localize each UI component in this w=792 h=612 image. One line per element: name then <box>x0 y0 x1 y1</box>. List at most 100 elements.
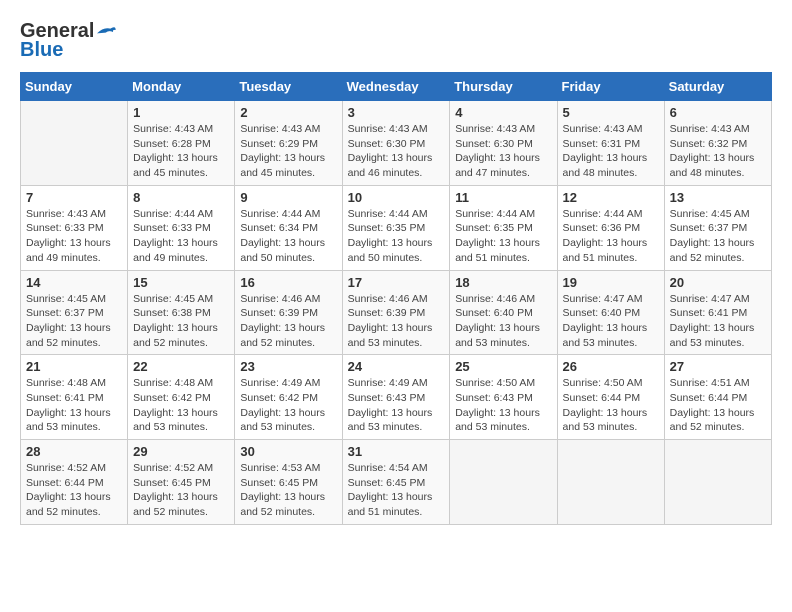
calendar-cell <box>557 440 664 525</box>
calendar-cell: 7 Sunrise: 4:43 AM Sunset: 6:33 PM Daylig… <box>21 185 128 270</box>
calendar-cell: 15Sunrise: 4:45 AM Sunset: 6:38 PM Dayli… <box>128 270 235 355</box>
day-info: Sunrise: 4:50 AM Sunset: 6:44 PM Dayligh… <box>563 376 659 435</box>
day-info: Sunrise: 4:47 AM Sunset: 6:40 PM Dayligh… <box>563 292 659 351</box>
day-number: 23 <box>240 359 336 374</box>
day-info: Sunrise: 4:53 AM Sunset: 6:45 PM Dayligh… <box>240 461 336 520</box>
calendar-cell <box>21 101 128 186</box>
day-number: 7 <box>26 190 122 205</box>
day-number: 26 <box>563 359 659 374</box>
day-number: 12 <box>563 190 659 205</box>
day-info: Sunrise: 4:47 AM Sunset: 6:41 PM Dayligh… <box>670 292 766 351</box>
day-number: 4 <box>455 105 551 120</box>
weekday-header-saturday: Saturday <box>664 73 771 101</box>
day-number: 27 <box>670 359 766 374</box>
day-info: Sunrise: 4:52 AM Sunset: 6:44 PM Dayligh… <box>26 461 122 520</box>
day-number: 5 <box>563 105 659 120</box>
day-info: Sunrise: 4:45 AM Sunset: 6:37 PM Dayligh… <box>670 207 766 266</box>
calendar-cell: 27 Sunrise: 4:51 AM Sunset: 6:44 PM Dayli… <box>664 355 771 440</box>
day-number: 30 <box>240 444 336 459</box>
calendar-cell: 11 Sunrise: 4:44 AM Sunset: 6:35 PM Dayli… <box>450 185 557 270</box>
day-info: Sunrise: 4:44 AM Sunset: 6:35 PM Dayligh… <box>455 207 551 266</box>
calendar-table: SundayMondayTuesdayWednesdayThursdayFrid… <box>20 72 772 525</box>
calendar-cell: 25Sunrise: 4:50 AM Sunset: 6:43 PM Dayli… <box>450 355 557 440</box>
weekday-header-row: SundayMondayTuesdayWednesdayThursdayFrid… <box>21 73 772 101</box>
day-number: 17 <box>348 275 445 290</box>
calendar-cell: 12 Sunrise: 4:44 AM Sunset: 6:36 PM Dayli… <box>557 185 664 270</box>
logo: General Blue <box>20 20 117 62</box>
day-number: 8 <box>133 190 229 205</box>
day-number: 15 <box>133 275 229 290</box>
calendar-week-row: 21 Sunrise: 4:48 AM Sunset: 6:41 PM Dayli… <box>21 355 772 440</box>
day-info: Sunrise: 4:51 AM Sunset: 6:44 PM Dayligh… <box>670 376 766 435</box>
day-number: 16 <box>240 275 336 290</box>
day-number: 3 <box>348 105 445 120</box>
day-number: 19 <box>563 275 659 290</box>
day-number: 14 <box>26 275 122 290</box>
day-info: Sunrise: 4:44 AM Sunset: 6:33 PM Dayligh… <box>133 207 229 266</box>
day-info: Sunrise: 4:52 AM Sunset: 6:45 PM Dayligh… <box>133 461 229 520</box>
calendar-cell: 9 Sunrise: 4:44 AM Sunset: 6:34 PM Daylig… <box>235 185 342 270</box>
day-info: Sunrise: 4:43 AM Sunset: 6:31 PM Dayligh… <box>563 122 659 181</box>
day-number: 11 <box>455 190 551 205</box>
day-number: 18 <box>455 275 551 290</box>
day-info: Sunrise: 4:43 AM Sunset: 6:28 PM Dayligh… <box>133 122 229 181</box>
day-number: 1 <box>133 105 229 120</box>
calendar-cell: 17 Sunrise: 4:46 AM Sunset: 6:39 PM Dayli… <box>342 270 450 355</box>
calendar-cell: 21 Sunrise: 4:48 AM Sunset: 6:41 PM Dayli… <box>21 355 128 440</box>
calendar-cell: 18 Sunrise: 4:46 AM Sunset: 6:40 PM Dayli… <box>450 270 557 355</box>
calendar-cell: 3Sunrise: 4:43 AM Sunset: 6:30 PM Daylig… <box>342 101 450 186</box>
weekday-header-tuesday: Tuesday <box>235 73 342 101</box>
weekday-header-thursday: Thursday <box>450 73 557 101</box>
weekday-header-monday: Monday <box>128 73 235 101</box>
calendar-cell: 14Sunrise: 4:45 AM Sunset: 6:37 PM Dayli… <box>21 270 128 355</box>
day-info: Sunrise: 4:46 AM Sunset: 6:40 PM Dayligh… <box>455 292 551 351</box>
day-number: 22 <box>133 359 229 374</box>
weekday-header-wednesday: Wednesday <box>342 73 450 101</box>
day-info: Sunrise: 4:46 AM Sunset: 6:39 PM Dayligh… <box>240 292 336 351</box>
day-number: 10 <box>348 190 445 205</box>
calendar-cell: 13 Sunrise: 4:45 AM Sunset: 6:37 PM Dayli… <box>664 185 771 270</box>
day-number: 6 <box>670 105 766 120</box>
day-info: Sunrise: 4:44 AM Sunset: 6:34 PM Dayligh… <box>240 207 336 266</box>
day-number: 13 <box>670 190 766 205</box>
weekday-header-friday: Friday <box>557 73 664 101</box>
day-info: Sunrise: 4:44 AM Sunset: 6:36 PM Dayligh… <box>563 207 659 266</box>
day-info: Sunrise: 4:48 AM Sunset: 6:41 PM Dayligh… <box>26 376 122 435</box>
day-info: Sunrise: 4:43 AM Sunset: 6:32 PM Dayligh… <box>670 122 766 181</box>
day-number: 31 <box>348 444 445 459</box>
day-number: 29 <box>133 444 229 459</box>
day-number: 21 <box>26 359 122 374</box>
day-number: 24 <box>348 359 445 374</box>
calendar-cell <box>450 440 557 525</box>
calendar-cell: 31 Sunrise: 4:54 AM Sunset: 6:45 PM Dayli… <box>342 440 450 525</box>
calendar-cell: 5 Sunrise: 4:43 AM Sunset: 6:31 PM Daylig… <box>557 101 664 186</box>
calendar-cell: 28Sunrise: 4:52 AM Sunset: 6:44 PM Dayli… <box>21 440 128 525</box>
calendar-cell: 30 Sunrise: 4:53 AM Sunset: 6:45 PM Dayli… <box>235 440 342 525</box>
calendar-cell: 10 Sunrise: 4:44 AM Sunset: 6:35 PM Dayli… <box>342 185 450 270</box>
calendar-cell: 1 Sunrise: 4:43 AM Sunset: 6:28 PM Daylig… <box>128 101 235 186</box>
calendar-cell: 29 Sunrise: 4:52 AM Sunset: 6:45 PM Dayli… <box>128 440 235 525</box>
day-info: Sunrise: 4:43 AM Sunset: 6:33 PM Dayligh… <box>26 207 122 266</box>
day-info: Sunrise: 4:48 AM Sunset: 6:42 PM Dayligh… <box>133 376 229 435</box>
calendar-cell <box>664 440 771 525</box>
calendar-cell: 2Sunrise: 4:43 AM Sunset: 6:29 PM Daylig… <box>235 101 342 186</box>
day-info: Sunrise: 4:46 AM Sunset: 6:39 PM Dayligh… <box>348 292 445 351</box>
calendar-cell: 24Sunrise: 4:49 AM Sunset: 6:43 PM Dayli… <box>342 355 450 440</box>
day-number: 9 <box>240 190 336 205</box>
day-number: 25 <box>455 359 551 374</box>
page-header: General Blue <box>20 20 772 62</box>
calendar-cell: 20 Sunrise: 4:47 AM Sunset: 6:41 PM Dayli… <box>664 270 771 355</box>
calendar-week-row: 7 Sunrise: 4:43 AM Sunset: 6:33 PM Daylig… <box>21 185 772 270</box>
logo-blue-text: Blue <box>20 39 63 62</box>
day-number: 20 <box>670 275 766 290</box>
day-info: Sunrise: 4:44 AM Sunset: 6:35 PM Dayligh… <box>348 207 445 266</box>
day-number: 2 <box>240 105 336 120</box>
logo-bird-icon <box>97 22 117 42</box>
calendar-week-row: 14Sunrise: 4:45 AM Sunset: 6:37 PM Dayli… <box>21 270 772 355</box>
calendar-week-row: 1 Sunrise: 4:43 AM Sunset: 6:28 PM Daylig… <box>21 101 772 186</box>
calendar-cell: 19 Sunrise: 4:47 AM Sunset: 6:40 PM Dayli… <box>557 270 664 355</box>
calendar-cell: 26 Sunrise: 4:50 AM Sunset: 6:44 PM Dayli… <box>557 355 664 440</box>
calendar-cell: 22 Sunrise: 4:48 AM Sunset: 6:42 PM Dayli… <box>128 355 235 440</box>
calendar-cell: 16 Sunrise: 4:46 AM Sunset: 6:39 PM Dayli… <box>235 270 342 355</box>
day-info: Sunrise: 4:54 AM Sunset: 6:45 PM Dayligh… <box>348 461 445 520</box>
